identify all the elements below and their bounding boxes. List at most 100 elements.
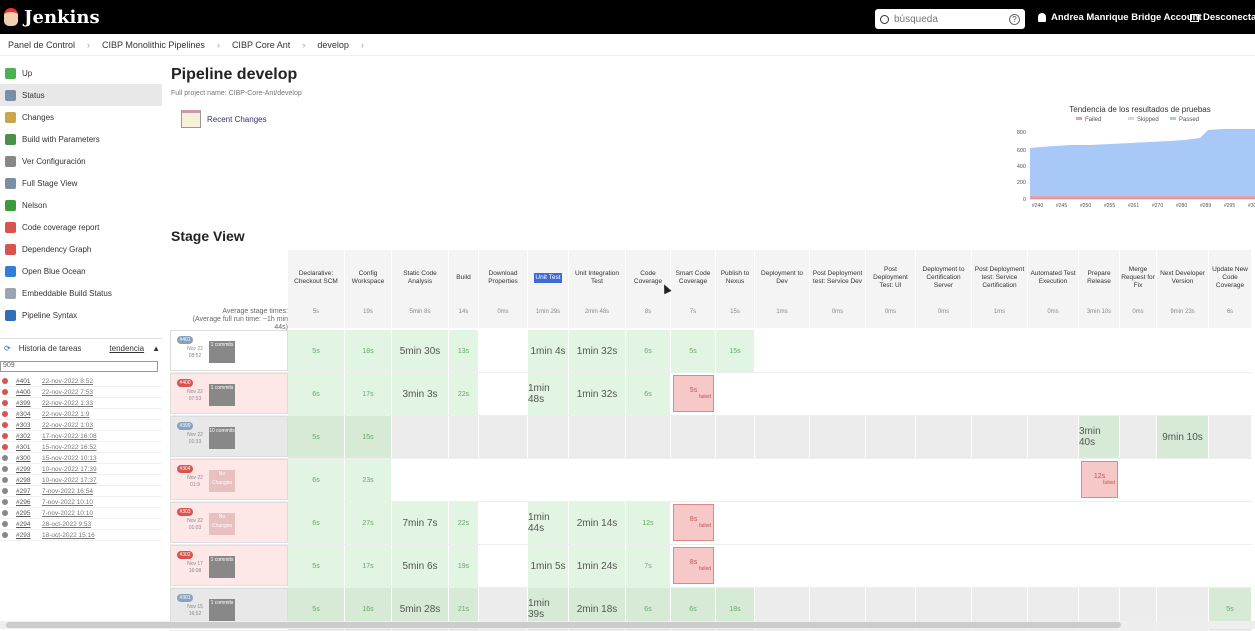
build-info[interactable]: #400 Nov 22 07:53 1 commits (170, 373, 288, 414)
stage-header[interactable]: Merge Request for Fix (1120, 250, 1157, 306)
stage-cell[interactable]: 1min 44s (528, 502, 569, 544)
build-history-row[interactable]: #303 22-nov-2022 1:03 (0, 420, 162, 431)
stage-header[interactable]: Code Coverage (626, 250, 671, 306)
build-date[interactable]: 7-nov-2022 16:54 (42, 488, 93, 495)
stage-cell[interactable]: 6s (288, 459, 345, 501)
search-box[interactable]: ? (875, 9, 1025, 29)
stage-header[interactable]: Next Developer Version (1157, 250, 1209, 306)
stage-cell[interactable]: 9min 10s (1157, 416, 1209, 458)
stage-cell[interactable]: 6s (288, 502, 345, 544)
failed-stage-box[interactable]: 12s failed (1081, 461, 1118, 498)
build-changes[interactable]: 1 commits (209, 556, 235, 578)
user-link[interactable]: Andrea Manrique Bridge Account (1038, 12, 1202, 23)
sidebar-item[interactable]: Build with Parameters (0, 128, 162, 150)
build-history-row[interactable]: #298 10-nov-2022 17:37 (0, 475, 162, 486)
failed-stage-box[interactable]: 8s failed (673, 547, 714, 584)
stage-cell[interactable]: 7s (626, 545, 671, 587)
stage-cell[interactable]: 1min 48s (528, 373, 569, 415)
build-info[interactable]: #399 Nov 22 01:33 10 commits (170, 416, 288, 457)
stage-cell[interactable]: 6s (288, 373, 345, 415)
build-changes[interactable]: No Changes (209, 470, 235, 492)
stage-cell[interactable]: 8s failed (671, 502, 716, 544)
build-changes[interactable]: 1 commits (209, 599, 235, 621)
stage-cell[interactable]: 23s (345, 459, 392, 501)
sidebar-item[interactable]: Embeddable Build Status (0, 282, 162, 304)
build-badge[interactable]: #400 (177, 379, 193, 387)
stage-cell[interactable]: 17s (345, 545, 392, 587)
stage-cell[interactable]: 5min 30s (392, 330, 449, 372)
stage-header[interactable]: Config Workspace (345, 250, 392, 306)
build-history-row[interactable]: #293 18-oct-2022 15:16 (0, 530, 162, 541)
build-badge[interactable]: #304 (177, 465, 193, 473)
stage-header[interactable]: Static Code Analysis (392, 250, 449, 306)
sidebar-item[interactable]: Changes (0, 106, 162, 128)
stage-cell[interactable]: 3min 3s (392, 373, 449, 415)
build-date[interactable]: 22-nov-2022 1:03 (42, 422, 93, 429)
stage-header[interactable]: Build (449, 250, 479, 306)
build-date[interactable]: 22-nov-2022 1:9 (42, 411, 89, 418)
stage-cell[interactable]: 5min 6s (392, 545, 449, 587)
build-date[interactable]: 15-nov-2022 16:52 (42, 444, 97, 451)
sidebar-item[interactable]: Dependency Graph (0, 238, 162, 260)
sidebar-item[interactable]: Ver Configuración (0, 150, 162, 172)
scrollbar-thumb[interactable] (6, 622, 1121, 628)
build-number[interactable]: #295 (16, 510, 34, 517)
build-changes[interactable]: 1 commits (209, 341, 235, 363)
sidebar-item[interactable]: Status (0, 84, 162, 106)
breadcrumb-item[interactable]: develop (317, 40, 349, 50)
build-number[interactable]: #299 (16, 466, 34, 473)
build-date[interactable]: 28-oct-2022 9:53 (42, 521, 91, 528)
build-changes[interactable]: 1 commits (209, 384, 235, 406)
collapse-icon[interactable]: ▲ (152, 344, 160, 353)
stage-cell[interactable]: 18s (345, 330, 392, 372)
stage-cell[interactable]: 1min 32s (569, 330, 626, 372)
build-history-row[interactable]: #294 28-oct-2022 9:53 (0, 519, 162, 530)
stage-cell[interactable]: 1min 4s (528, 330, 569, 372)
trend-link[interactable]: tendencia (109, 344, 144, 353)
build-number[interactable]: #399 (16, 400, 34, 407)
stage-cell[interactable]: 5s (288, 330, 345, 372)
build-date[interactable]: 7-nov-2022 10:10 (42, 510, 93, 517)
build-date[interactable]: 10-nov-2022 17:37 (42, 477, 97, 484)
stage-cell[interactable]: 5s (288, 416, 345, 458)
build-number[interactable]: #400 (16, 389, 34, 396)
build-badge[interactable]: #401 (177, 336, 193, 344)
stage-cell[interactable]: 6s (626, 330, 671, 372)
sidebar-item[interactable]: Full Stage View (0, 172, 162, 194)
stage-cell[interactable]: 12s (626, 502, 671, 544)
build-changes[interactable]: 10 commits (209, 427, 235, 449)
build-badge[interactable]: #302 (177, 551, 193, 559)
build-date[interactable]: 10-nov-2022 17:39 (42, 466, 97, 473)
build-date[interactable]: 15-nov-2022 10:13 (42, 455, 97, 462)
stage-header[interactable]: Deployment to Certification Server (916, 250, 972, 306)
stage-header[interactable]: Post Deployment test: Service Certificat… (972, 250, 1028, 306)
stage-header[interactable]: Post Deployment test: Service Dev (810, 250, 866, 306)
stage-cell[interactable]: 12s failed (1079, 459, 1120, 501)
stage-cell[interactable]: 22s (449, 373, 479, 415)
build-date[interactable]: 7-nov-2022 10:10 (42, 499, 93, 506)
build-history-row[interactable]: #296 7-nov-2022 10:10 (0, 497, 162, 508)
build-info[interactable]: #303 Nov 22 01:03 No Changes (170, 502, 288, 543)
build-date[interactable]: 18-oct-2022 15:16 (42, 532, 95, 539)
sidebar-item[interactable]: Code coverage report (0, 216, 162, 238)
help-icon[interactable]: ? (1009, 13, 1020, 25)
stage-cell[interactable]: 13s (449, 330, 479, 372)
stage-cell[interactable]: 5s (671, 330, 716, 372)
build-number[interactable]: #304 (16, 411, 34, 418)
stage-cell[interactable]: 2min 14s (569, 502, 626, 544)
build-number[interactable]: #300 (16, 455, 34, 462)
build-history-row[interactable]: #400 22-nov-2022 7:53 (0, 387, 162, 398)
breadcrumb-item[interactable]: CIBP Core Ant (232, 40, 290, 50)
stage-cell[interactable]: 8s failed (671, 545, 716, 587)
build-filter-input[interactable]: 909 (0, 361, 158, 372)
stage-header[interactable]: Smart Code Coverage (671, 250, 716, 306)
build-badge[interactable]: #303 (177, 508, 193, 516)
stage-header[interactable]: Publish to Nexus (716, 250, 755, 306)
build-history-row[interactable]: #299 10-nov-2022 17:39 (0, 464, 162, 475)
stage-cell[interactable]: 3min 40s (1079, 416, 1120, 458)
stage-cell[interactable]: 15s (345, 416, 392, 458)
breadcrumb-item[interactable]: Panel de Control (8, 40, 75, 50)
build-number[interactable]: #301 (16, 444, 34, 451)
build-info[interactable]: #302 Nov 17 16:08 1 commits (170, 545, 288, 586)
build-history-row[interactable]: #295 7-nov-2022 10:10 (0, 508, 162, 519)
